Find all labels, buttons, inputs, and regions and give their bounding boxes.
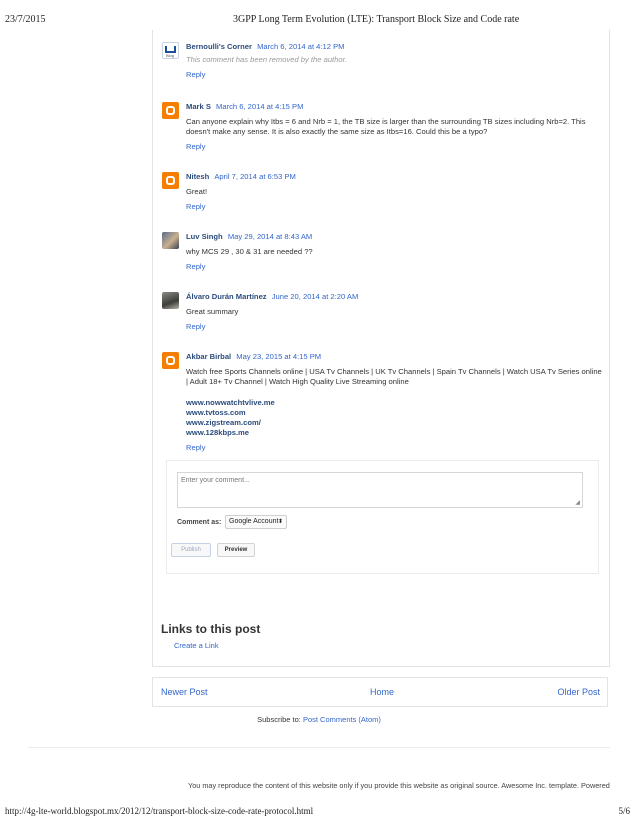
older-post-link[interactable]: Older Post	[557, 687, 600, 697]
newer-post-link[interactable]: Newer Post	[161, 687, 208, 697]
attribution-text: You may reproduce the content of this we…	[188, 781, 610, 790]
comment-input[interactable]: Enter your comment... ◢	[177, 472, 583, 508]
publish-button[interactable]: Publish	[171, 543, 211, 557]
comment-author[interactable]: Bernoulli's Corner	[186, 42, 252, 51]
print-page-number: 5/6	[618, 806, 630, 816]
divider	[28, 747, 610, 748]
comment: Luv Singh May 29, 2014 at 8:43 AM why MC…	[162, 232, 602, 272]
comment-text: Great!	[186, 187, 208, 196]
comment-date[interactable]: March 6, 2014 at 4:12 PM	[257, 42, 344, 51]
comment-as-label: Comment as:	[177, 519, 222, 526]
reply-link[interactable]: Reply	[186, 262, 602, 272]
reply-link[interactable]: Reply	[186, 443, 602, 453]
comment: Bernoulli's Corner March 6, 2014 at 4:12…	[162, 42, 602, 80]
comment: Akbar Birbal May 23, 2015 at 4:15 PM Wat…	[162, 352, 602, 453]
reply-link[interactable]: Reply	[186, 70, 602, 80]
comment-author[interactable]: Akbar Birbal	[186, 352, 231, 361]
comment-as-select[interactable]: Google Account ⬍	[225, 515, 287, 529]
user-photo-avatar-icon[interactable]	[162, 292, 179, 309]
comment-links: www.nowwatchtvlive.me www.tvtoss.com www…	[186, 398, 602, 438]
reply-link[interactable]: Reply	[186, 202, 602, 212]
blog-logo-avatar-icon[interactable]	[162, 42, 179, 59]
reply-link[interactable]: Reply	[186, 322, 602, 332]
subscribe-label: Subscribe to:	[257, 715, 301, 724]
comment-date[interactable]: April 7, 2014 at 6:53 PM	[214, 172, 295, 181]
blogger-icon[interactable]	[162, 352, 179, 369]
blog-pager: Newer Post Home Older Post	[152, 677, 608, 707]
comment-date[interactable]: March 6, 2014 at 4:15 PM	[216, 102, 303, 111]
comment-text: why MCS 29 , 30 & 31 are needed ??	[186, 247, 313, 256]
comment-author[interactable]: Luv Singh	[186, 232, 223, 241]
select-arrows-icon: ⬍	[277, 519, 283, 525]
comment-link[interactable]: www.nowwatchtvlive.me	[186, 398, 602, 408]
print-page-title: 3GPP Long Term Evolution (LTE): Transpor…	[233, 14, 520, 25]
comment-removed-text: This comment has been removed by the aut…	[186, 55, 347, 64]
resize-grip-icon[interactable]: ◢	[575, 499, 580, 506]
post-comments-atom-link[interactable]: Post Comments (Atom)	[303, 715, 381, 724]
comment-as-value: Google Account	[229, 518, 279, 525]
comment: Mark S March 6, 2014 at 4:15 PM Can anyo…	[162, 102, 602, 152]
comment-text: Great summary	[186, 307, 239, 316]
comment-link[interactable]: www.128kbps.me	[186, 428, 602, 438]
preview-button[interactable]: Preview	[217, 543, 255, 557]
comment-form: Enter your comment... ◢ Comment as: Goog…	[166, 460, 599, 574]
comment-date[interactable]: June 20, 2014 at 2:20 AM	[272, 292, 359, 301]
comment-author[interactable]: Nitesh	[186, 172, 209, 181]
subscribe-line: Subscribe to: Post Comments (Atom)	[0, 715, 638, 724]
comment: Álvaro Durán Martínez June 20, 2014 at 2…	[162, 292, 602, 332]
comment-author[interactable]: Mark S	[186, 102, 211, 111]
home-link[interactable]: Home	[370, 687, 394, 697]
print-date: 23/7/2015	[5, 14, 46, 25]
reply-link[interactable]: Reply	[186, 142, 602, 152]
comment-link[interactable]: www.tvtoss.com	[186, 408, 602, 418]
comment-link[interactable]: www.zigstream.com/	[186, 418, 602, 428]
comment-text: Watch free Sports Channels online | USA …	[186, 367, 602, 386]
blogger-icon[interactable]	[162, 172, 179, 189]
comment-date[interactable]: May 29, 2014 at 8:43 AM	[228, 232, 312, 241]
print-url: http://4g-lte-world.blogspot.mx/2012/12/…	[5, 806, 314, 816]
comment: Nitesh April 7, 2014 at 6:53 PM Great! R…	[162, 172, 602, 212]
comment-text: Can anyone explain why Itbs = 6 and Nrb …	[186, 117, 586, 136]
links-section-title: Links to this post	[161, 622, 261, 636]
blogger-icon[interactable]	[162, 102, 179, 119]
user-photo-avatar-icon[interactable]	[162, 232, 179, 249]
create-link[interactable]: Create a Link	[174, 641, 219, 650]
comment-input-placeholder: Enter your comment...	[181, 477, 250, 484]
comment-author[interactable]: Álvaro Durán Martínez	[186, 292, 267, 301]
comment-date[interactable]: May 23, 2015 at 4:15 PM	[236, 352, 321, 361]
